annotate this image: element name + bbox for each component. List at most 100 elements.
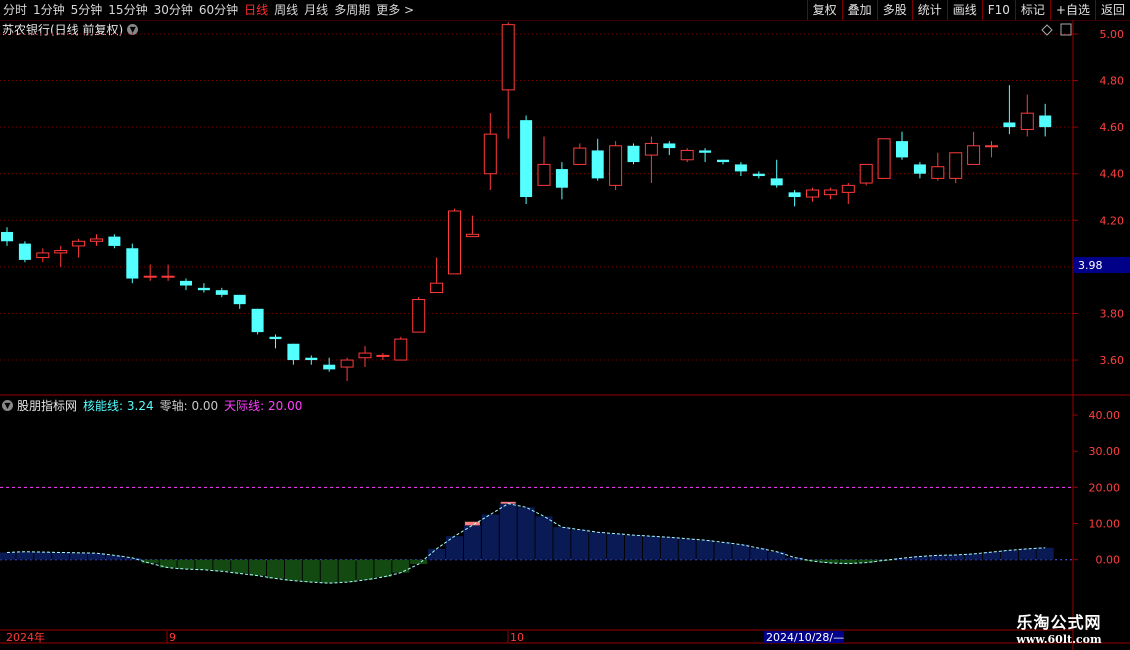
candle	[269, 334, 282, 349]
main-chart-title[interactable]: 苏农银行(日线 前复权) ▼	[2, 21, 139, 37]
indicator-bar	[34, 552, 52, 560]
chevron-down-icon[interactable]: ▼	[127, 23, 139, 35]
indicator-bar	[983, 552, 1000, 560]
indicator-bar	[786, 557, 804, 560]
candle	[54, 245, 68, 267]
indicator-bar	[284, 559, 302, 581]
period-tab-7[interactable]: 周线	[271, 0, 301, 20]
candle	[663, 141, 676, 156]
candle	[788, 190, 801, 207]
period-tab-6[interactable]: 日线	[241, 0, 271, 20]
indicator-bar	[607, 533, 625, 560]
toolbar-button-7[interactable]: +自选	[1049, 0, 1095, 20]
period-tab-10[interactable]: 更多 >	[373, 0, 417, 20]
indicator-bar	[159, 559, 177, 568]
toolbar-button-2[interactable]: 多股	[876, 0, 912, 20]
indicator-bar	[625, 535, 642, 560]
kline-chart: 3.60 3.80 4.00 4.20 4.40 4.60 4.80 5.00 0.00 10.…	[0, 20, 1130, 650]
period-tab-2[interactable]: 5分钟	[68, 0, 106, 20]
candle	[376, 353, 390, 361]
date-label-year: 2024年	[6, 630, 45, 644]
indicator-bar	[804, 559, 821, 562]
indicator-name: 股朋指标网	[17, 398, 78, 413]
indicator-header[interactable]: ▼ 股朋指标网 核能线: 3.24 零轴: 0.00 天际线: 20.00	[2, 397, 302, 413]
period-tab-4[interactable]: 30分钟	[151, 0, 196, 20]
chevron-down-icon[interactable]: ▼	[2, 399, 13, 411]
indicator-bar	[750, 548, 768, 560]
indicator-bar	[571, 529, 589, 560]
indicator-bar	[732, 544, 750, 560]
candle	[430, 257, 444, 294]
toolbar-button-3[interactable]: 统计	[911, 0, 947, 20]
candle	[465, 215, 479, 238]
price-tick-label: 4.60	[1100, 121, 1125, 134]
candle	[340, 357, 354, 382]
candle	[126, 243, 139, 284]
candle	[1020, 94, 1034, 137]
indicator-bar	[481, 514, 499, 560]
period-tab-0[interactable]: 分时	[0, 0, 30, 20]
date-label-sep: 9	[169, 631, 176, 644]
indicator-tick-label: 30.00	[1089, 445, 1121, 458]
indicator-bar	[320, 559, 338, 584]
indicator-tick-label: 10.00	[1089, 518, 1121, 531]
indicator-bar	[499, 503, 517, 560]
indicator-bar	[1018, 548, 1036, 560]
cursor-date-box	[764, 631, 844, 643]
candle	[394, 336, 408, 361]
price-tick-label: 4.40	[1100, 168, 1125, 181]
period-tab-1[interactable]: 1分钟	[30, 0, 68, 20]
price-tick-label: 4.00	[1100, 261, 1125, 274]
indicator-bar	[231, 559, 249, 574]
candle	[823, 187, 837, 200]
indicator-bar	[947, 554, 965, 560]
period-tab-8[interactable]: 月线	[301, 0, 331, 20]
candle	[896, 131, 908, 160]
indicator-bar	[446, 536, 463, 560]
candle	[734, 162, 747, 177]
indicator-bar	[768, 551, 786, 560]
cursor-date: 2024/10/28/—	[766, 631, 844, 644]
indicator-bar	[965, 553, 983, 560]
price-tick-label: 5.00	[1100, 28, 1125, 41]
candle	[573, 143, 587, 165]
indicator-bar	[88, 553, 105, 560]
candle	[699, 148, 712, 163]
indicator-bar	[52, 552, 70, 560]
toolbar-button-5[interactable]: F10	[981, 0, 1015, 20]
indicator-bar	[16, 551, 34, 560]
indicator-bar	[678, 538, 696, 560]
indicator-bar	[374, 559, 392, 578]
current-price-label: 3.98	[1078, 259, 1103, 272]
diamond-icon[interactable]	[1041, 24, 1053, 36]
candle	[859, 163, 873, 186]
toolbar-button-8[interactable]: 返回	[1094, 0, 1130, 20]
indicator-bar	[714, 542, 732, 560]
toolbar-button-4[interactable]: 画线	[946, 0, 982, 20]
toolbar-button-6[interactable]: 标记	[1014, 0, 1050, 20]
panel-toggle-icon[interactable]	[1060, 23, 1072, 36]
indicator-highlight-bar	[500, 501, 516, 504]
candle	[1003, 85, 1016, 135]
period-tab-5[interactable]: 60分钟	[196, 0, 241, 20]
candle	[1039, 103, 1052, 137]
indicator-bar	[249, 559, 267, 576]
toolbar-button-1[interactable]: 叠加	[841, 0, 877, 20]
indicator-highlight-bar	[464, 521, 480, 526]
period-tab-9[interactable]: 多周期	[331, 0, 373, 20]
indicator-tick-label: 20.00	[1089, 481, 1121, 494]
indicator-bar	[553, 527, 571, 560]
price-tick-label: 4.20	[1100, 214, 1125, 227]
stock-title: 苏农银行(日线 前复权)	[2, 22, 124, 37]
toolbar: 分时 1分钟 5分钟 15分钟 30分钟 60分钟 日线 周线 月线 多周期 更多 > 复权 叠加 多股…	[0, 0, 1130, 21]
candle	[770, 159, 783, 188]
candle	[305, 355, 318, 365]
period-tab-3[interactable]: 15分钟	[105, 0, 150, 20]
candle	[627, 143, 640, 165]
indicator-bar	[535, 516, 553, 560]
indicator-bar	[302, 559, 320, 583]
toolbar-button-0[interactable]: 复权	[806, 0, 842, 20]
candle	[877, 138, 891, 179]
price-tag	[1074, 257, 1130, 273]
candle	[931, 152, 945, 181]
